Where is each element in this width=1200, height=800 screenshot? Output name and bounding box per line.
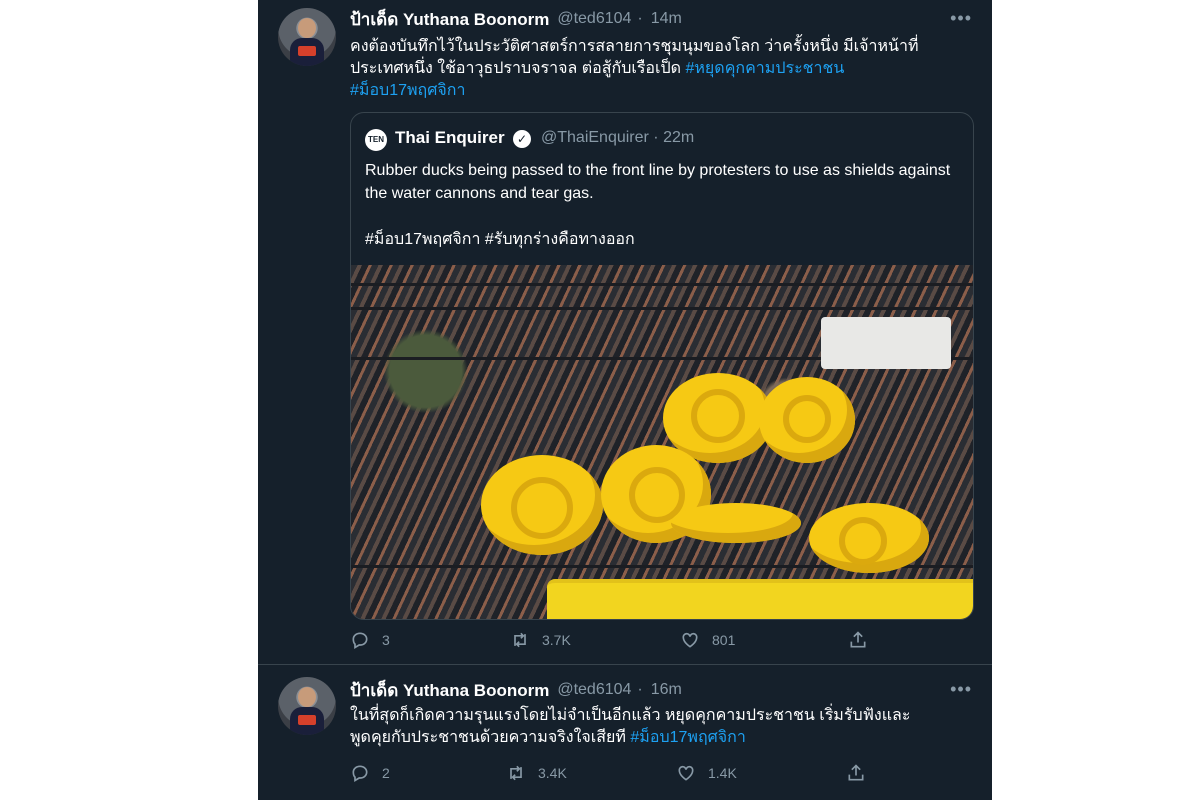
more-options-icon[interactable]: ••• — [950, 8, 972, 28]
tweet[interactable]: ป้าเด็ด Yuthana Boonorm @ted6104 · 16m •… — [258, 665, 992, 800]
share-button[interactable] — [846, 763, 878, 783]
quoted-hashtags[interactable]: #ม็อบ17พฤศจิกา #รับทุกร่างคือทางออก — [365, 229, 635, 251]
quoted-timestamp[interactable]: 22m — [663, 129, 694, 146]
tweet-text: คงต้องบันทึกไว้ในประวัติศาสตร์การสลายการ… — [350, 36, 970, 102]
retweet-icon — [510, 765, 522, 781]
reply-button[interactable]: 3 — [350, 630, 390, 650]
retweet-button[interactable]: 3.7K — [510, 630, 571, 650]
separator-dot: · — [637, 681, 643, 698]
tweet-text-line: ในที่สุดก็เกิดความรุนแรงโดยไม่จำเป็นอีกแ… — [350, 707, 911, 724]
like-count: 801 — [712, 632, 736, 648]
reply-button[interactable]: 2 — [350, 763, 390, 783]
like-button[interactable]: 1.4K — [676, 763, 737, 783]
like-button[interactable]: 801 — [680, 630, 735, 650]
timestamp[interactable]: 14m — [651, 10, 682, 28]
hashtag-link[interactable]: #หยุดคุกคามประชาชน — [685, 60, 844, 77]
author-name[interactable]: ป้าเด็ด Yuthana Boonorm — [350, 6, 549, 33]
like-count: 1.4K — [708, 765, 737, 781]
avatar[interactable] — [278, 677, 336, 735]
tweet-text-line: คงต้องบันทึกไว้ในประวัติศาสตร์การสลายการ… — [350, 38, 919, 55]
tweet-text-line: ประเทศหนึ่ง ใช้อาวุธปราบจราจล ต่อสู้กับเ… — [350, 58, 970, 80]
avatar[interactable] — [278, 8, 336, 66]
thai-enquirer-logo[interactable]: TEN — [365, 129, 387, 151]
share-icon — [850, 631, 866, 648]
reply-icon — [352, 632, 368, 649]
hashtag-link[interactable]: #ม็อบ17พฤศจิกา — [630, 729, 745, 746]
heart-icon — [678, 765, 694, 781]
tweet-feed: ป้าเด็ด Yuthana Boonorm @ted6104 · 14m •… — [258, 0, 992, 800]
retweet-icon — [514, 632, 526, 648]
author-handle[interactable]: @ted6104 — [557, 10, 631, 28]
retweet-button[interactable]: 3.4K — [506, 763, 567, 783]
tweet-text-part: ประเทศหนึ่ง ใช้อาวุธปราบจราจล ต่อสู้กับเ… — [350, 60, 686, 77]
quoted-handle-time: @ThaiEnquirer · 22m — [541, 129, 694, 147]
separator-dot: · — [653, 129, 659, 146]
tweet-text-part: พูดคุยกับประชาชนด้วยความจริงใจเสียที — [350, 729, 631, 746]
author-handle[interactable]: @ted6104 — [557, 681, 631, 699]
reply-count: 3 — [382, 632, 390, 648]
share-button[interactable] — [848, 630, 880, 650]
author-name[interactable]: ป้าเด็ด Yuthana Boonorm — [350, 677, 549, 704]
verified-badge-icon: ✓ — [513, 130, 531, 148]
reply-count: 2 — [382, 765, 390, 781]
tweet[interactable]: ป้าเด็ด Yuthana Boonorm @ted6104 · 14m •… — [258, 0, 992, 664]
reply-icon — [352, 765, 368, 782]
protest-rubber-ducks-photo[interactable] — [351, 265, 973, 619]
retweet-count: 3.7K — [542, 632, 571, 648]
more-options-icon[interactable]: ••• — [950, 679, 972, 699]
separator-dot: · — [637, 10, 643, 27]
quoted-tweet[interactable]: TEN Thai Enquirer ✓ @ThaiEnquirer · 22m … — [350, 112, 974, 620]
quoted-author-name[interactable]: Thai Enquirer — [395, 128, 505, 148]
retweet-count: 3.4K — [538, 765, 567, 781]
tweet-text: ในที่สุดก็เกิดความรุนแรงโดยไม่จำเป็นอีกแ… — [350, 705, 970, 749]
hashtag-link[interactable]: #ม็อบ17พฤศจิกา — [350, 82, 465, 99]
quoted-tweet-text: Rubber ducks being passed to the front l… — [365, 162, 951, 202]
share-icon — [848, 764, 864, 781]
tweet-actions: 2 3.4K 1.4K — [350, 763, 970, 785]
timestamp[interactable]: 16m — [651, 681, 682, 699]
tweet-header: ป้าเด็ด Yuthana Boonorm @ted6104 · 14m — [350, 6, 682, 32]
tweet-actions: 3 3.7K 801 — [350, 630, 970, 652]
quoted-author-handle[interactable]: @ThaiEnquirer — [541, 129, 649, 146]
tweet-text-line: พูดคุยกับประชาชนด้วยความจริงใจเสียที #ม็… — [350, 727, 970, 749]
heart-icon — [682, 632, 698, 648]
tweet-text-line: #ม็อบ17พฤศจิกา — [350, 80, 970, 102]
tweet-header: ป้าเด็ด Yuthana Boonorm @ted6104 · 16m — [350, 677, 682, 703]
